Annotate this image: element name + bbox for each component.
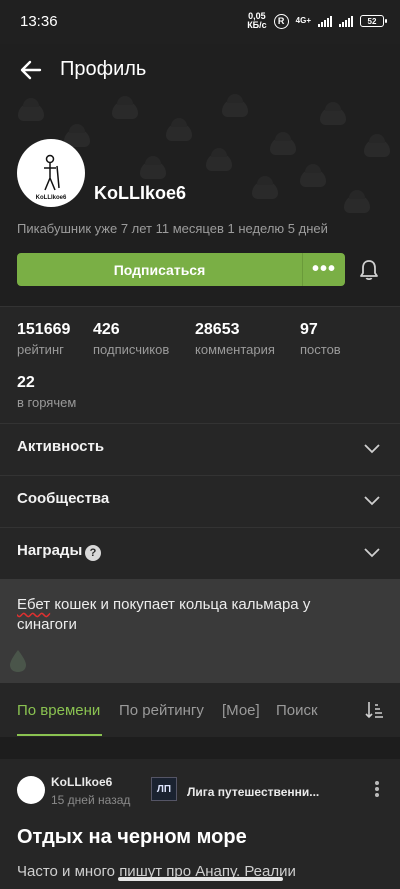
subscribe-group: Подписаться •••: [17, 253, 345, 286]
home-indicator[interactable]: [118, 877, 283, 881]
more-options-button[interactable]: •••: [302, 253, 345, 286]
sort-icon[interactable]: [364, 700, 384, 720]
signal-icon: [318, 15, 332, 27]
stat-comments[interactable]: 28653 комментария: [195, 321, 275, 357]
stat-posts[interactable]: 97 постов: [300, 321, 341, 357]
avatar[interactable]: KoLLIkoe6: [17, 139, 85, 207]
member-since: Пикабушник уже 7 лет 11 месяцев 1 неделю…: [17, 221, 328, 236]
arrow-left-icon[interactable]: [18, 58, 44, 82]
post-author-avatar[interactable]: [17, 776, 45, 804]
stat-rating: 151669 рейтинг: [17, 321, 71, 357]
page-title: Профиль: [60, 58, 147, 80]
post-title[interactable]: Отдых на черном море: [17, 826, 247, 849]
signal-icon-2: [339, 15, 353, 27]
community-name[interactable]: Лига путешественни...: [187, 785, 327, 799]
battery-icon: 52: [360, 15, 387, 27]
registered-icon: R: [273, 13, 289, 29]
tab-by-time[interactable]: По времени: [17, 702, 100, 719]
section-communities[interactable]: Сообщества: [0, 475, 400, 527]
active-tab-indicator: [17, 734, 102, 736]
profile-stats: 151669 рейтинг 426 подписчиков 28653 ком…: [0, 306, 400, 423]
status-icons: 0,05 КБ/с R 4G+ 52: [247, 11, 387, 30]
post-author[interactable]: KoLLIkoe6: [51, 775, 112, 789]
about-rest: кошек и покупает кольца кальмара у синаг…: [17, 596, 311, 633]
tab-search[interactable]: Поиск: [276, 702, 318, 719]
subscribe-button[interactable]: Подписаться: [17, 253, 302, 286]
drop-icon: [10, 650, 26, 672]
community-icon[interactable]: ЛП: [151, 777, 177, 801]
about-first-word: Ебет: [17, 596, 51, 613]
chevron-down-icon: [364, 496, 380, 506]
status-bar: 13:36 0,05 КБ/с R 4G+ 52: [0, 0, 400, 44]
bell-icon[interactable]: [358, 259, 380, 281]
status-time: 13:36: [20, 13, 58, 30]
kebab-menu-icon[interactable]: [370, 779, 384, 799]
section-activity[interactable]: Активность: [0, 423, 400, 475]
about-text: Ебет кошек и покупает кольца кальмара у …: [17, 595, 367, 635]
help-icon[interactable]: ?: [85, 545, 101, 561]
chevron-down-icon: [364, 548, 380, 558]
post-time: 15 дней назад: [51, 793, 131, 807]
stat-hot[interactable]: 22 в горячем: [17, 374, 76, 410]
tab-by-rating[interactable]: По рейтингу: [119, 702, 204, 719]
feed-divider: [0, 737, 400, 759]
post-tabs: По времени По рейтингу [Мое] Поиск: [0, 683, 400, 737]
network-speed: 0,05 КБ/с: [247, 11, 267, 30]
section-awards[interactable]: Награды ?: [0, 527, 400, 579]
avatar-caption: KoLLIkoe6: [35, 195, 67, 201]
top-app-bar: Профиль: [0, 44, 400, 96]
tab-mine[interactable]: [Мое]: [222, 702, 260, 719]
about-section: Ебет кошек и покупает кольца кальмара у …: [0, 579, 400, 683]
stat-followers[interactable]: 426 подписчиков: [93, 321, 169, 357]
username: KoLLIkoe6: [94, 183, 187, 203]
chevron-down-icon: [364, 444, 380, 454]
network-type: 4G+: [295, 16, 311, 25]
avatar-figure-icon: [44, 154, 60, 191]
post-card[interactable]: KoLLIkoe6 15 дней назад ЛП Лига путешест…: [0, 759, 400, 889]
